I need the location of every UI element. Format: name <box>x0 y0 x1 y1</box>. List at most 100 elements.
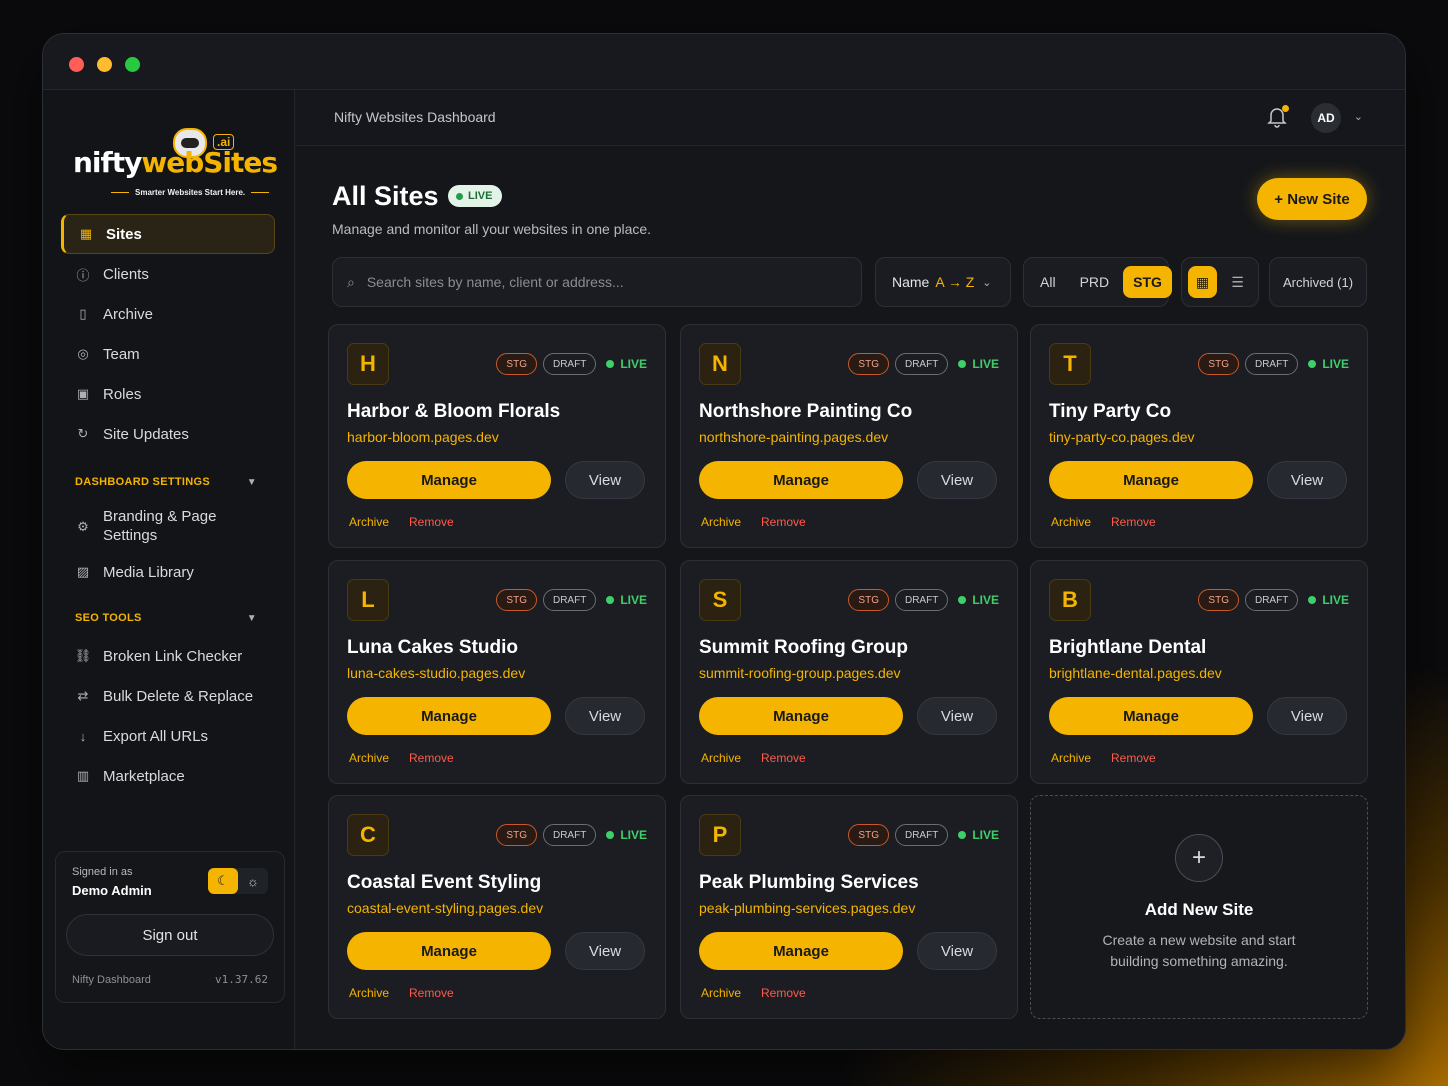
site-name: Brightlane Dental <box>1049 637 1207 658</box>
manage-button[interactable]: Manage <box>1049 461 1253 499</box>
filter-prd[interactable]: PRD <box>1070 266 1120 298</box>
download-icon: ↓ <box>79 728 87 744</box>
sidebar-item-export-urls[interactable]: ↓ Export All URLs <box>61 716 275 756</box>
sort-dropdown[interactable]: Name A → Z ⌄ <box>875 257 1011 307</box>
sidebar-nav: ▦ Sites ⓘ Clients ▯ Archive ◎ Team ▣ Roles ↻ S… <box>61 214 275 796</box>
sidebar-item-team[interactable]: ◎ Team <box>61 334 275 374</box>
site-url[interactable]: northshore-painting.pages.dev <box>699 429 888 445</box>
remove-link[interactable]: Remove <box>1111 751 1156 765</box>
add-card-description: Create a new website and start building … <box>1102 932 1296 969</box>
draft-badge: DRAFT <box>542 589 597 611</box>
site-name: Harbor & Bloom Florals <box>347 401 561 422</box>
theme-toggle[interactable]: ☾ ☼ <box>208 868 268 894</box>
sidebar-item-bulk-delete[interactable]: ⇄ Bulk Delete & Replace <box>61 676 275 716</box>
dashboard-settings-heading[interactable]: DASHBOARD SETTINGS ▼ <box>61 464 275 500</box>
plus-icon[interactable]: + <box>1175 834 1223 882</box>
view-button[interactable]: View <box>565 461 645 499</box>
archive-link[interactable]: Archive <box>1051 751 1091 765</box>
site-url[interactable]: summit-roofing-group.pages.dev <box>699 665 901 681</box>
remove-link[interactable]: Remove <box>409 751 454 765</box>
brand-logo[interactable]: .ai niftywebSites Smarter Websites Start… <box>71 108 278 197</box>
sidebar-item-roles[interactable]: ▣ Roles <box>61 374 275 414</box>
manage-button[interactable]: Manage <box>699 932 903 970</box>
sidebar-item-marketplace[interactable]: ▥ Marketplace <box>61 756 275 796</box>
archive-link[interactable]: Archive <box>349 986 389 1000</box>
site-url[interactable]: coastal-event-styling.pages.dev <box>347 900 543 916</box>
signed-in-label: Signed in as <box>72 866 133 878</box>
archive-link[interactable]: Archive <box>349 515 389 529</box>
new-site-button[interactable]: + New Site <box>1257 178 1367 220</box>
remove-link[interactable]: Remove <box>761 515 806 529</box>
view-button[interactable]: View <box>917 932 997 970</box>
archive-link[interactable]: Archive <box>701 751 741 765</box>
remove-link[interactable]: Remove <box>1111 515 1156 529</box>
site-url[interactable]: luna-cakes-studio.pages.dev <box>347 665 525 681</box>
archive-link[interactable]: Archive <box>1051 515 1091 529</box>
maximize-window-button[interactable] <box>125 57 140 72</box>
site-avatar: P <box>699 814 741 856</box>
site-url[interactable]: tiny-party-co.pages.dev <box>1049 429 1195 445</box>
manage-button[interactable]: Manage <box>699 697 903 735</box>
sign-out-button[interactable]: Sign out <box>66 914 274 956</box>
manage-button[interactable]: Manage <box>347 932 551 970</box>
site-avatar: B <box>1049 579 1091 621</box>
remove-link[interactable]: Remove <box>409 986 454 1000</box>
view-button[interactable]: View <box>917 697 997 735</box>
draft-badge: DRAFT <box>894 353 949 375</box>
notifications-button[interactable] <box>1267 105 1289 128</box>
manage-button[interactable]: Manage <box>347 461 551 499</box>
list-view-icon[interactable]: ☰ <box>1223 266 1252 298</box>
view-toggle: ▦ ☰ <box>1181 257 1259 307</box>
search-icon: ⌕ <box>347 273 355 290</box>
view-button[interactable]: View <box>1267 461 1347 499</box>
draft-badge: DRAFT <box>1244 353 1299 375</box>
filter-stg[interactable]: STG <box>1123 266 1172 298</box>
sidebar-item-broken-link-checker[interactable]: ⛓ Broken Link Checker <box>61 636 275 676</box>
archive-link[interactable]: Archive <box>349 751 389 765</box>
sidebar-item-site-updates[interactable]: ↻ Site Updates <box>61 414 275 454</box>
sidebar-item-archive[interactable]: ▯ Archive <box>61 294 275 334</box>
sidebar-item-branding[interactable]: ⚙ Branding & Page Settings <box>61 500 275 552</box>
archive-link[interactable]: Archive <box>701 986 741 1000</box>
view-button[interactable]: View <box>917 461 997 499</box>
view-button[interactable]: View <box>1267 697 1347 735</box>
remove-link[interactable]: Remove <box>409 515 454 529</box>
chevron-down-icon[interactable]: ⌄ <box>1354 110 1363 123</box>
remove-link[interactable]: Remove <box>761 986 806 1000</box>
page-title: All Sites <box>332 181 439 211</box>
sidebar-item-sites[interactable]: ▦ Sites <box>61 214 275 254</box>
seo-tools-heading[interactable]: SEO TOOLS ▼ <box>61 600 275 636</box>
filter-all[interactable]: All <box>1030 266 1066 298</box>
sun-icon[interactable]: ☼ <box>238 868 268 894</box>
info-icon: ⓘ <box>76 267 90 283</box>
stg-badge: STG <box>496 589 537 611</box>
manage-button[interactable]: Manage <box>347 697 551 735</box>
avatar[interactable]: AD <box>1311 103 1341 133</box>
archive-link[interactable]: Archive <box>701 515 741 529</box>
view-button[interactable]: View <box>565 697 645 735</box>
manage-button[interactable]: Manage <box>1049 697 1253 735</box>
search-bar: ⌕ <box>332 257 862 307</box>
site-name: Luna Cakes Studio <box>347 637 519 658</box>
add-new-site-card[interactable]: + Add New Site Create a new website and … <box>1030 795 1368 1019</box>
archived-button[interactable]: Archived (1) <box>1269 257 1367 307</box>
archive-icon: ▯ <box>79 306 87 321</box>
sidebar: .ai niftywebSites Smarter Websites Start… <box>43 90 295 1049</box>
grid-view-icon[interactable]: ▦ <box>1188 266 1217 298</box>
manage-button[interactable]: Manage <box>699 461 903 499</box>
close-window-button[interactable] <box>69 57 84 72</box>
remove-link[interactable]: Remove <box>761 751 806 765</box>
minimize-window-button[interactable] <box>97 57 112 72</box>
site-url[interactable]: harbor-bloom.pages.dev <box>347 429 499 445</box>
sidebar-item-clients[interactable]: ⓘ Clients <box>61 254 275 294</box>
site-url[interactable]: peak-plumbing-services.pages.dev <box>699 900 915 916</box>
moon-icon[interactable]: ☾ <box>208 868 238 894</box>
site-avatar: H <box>347 343 389 385</box>
view-button[interactable]: View <box>565 932 645 970</box>
search-input[interactable] <box>366 274 827 290</box>
site-card: L STG DRAFT LIVE Luna Cakes Studio luna-ca… <box>328 560 666 784</box>
site-url[interactable]: brightlane-dental.pages.dev <box>1049 665 1222 681</box>
site-avatar: N <box>699 343 741 385</box>
sidebar-item-media-library[interactable]: ▨ Media Library <box>61 552 275 592</box>
link-icon: ⛓ <box>74 648 92 663</box>
